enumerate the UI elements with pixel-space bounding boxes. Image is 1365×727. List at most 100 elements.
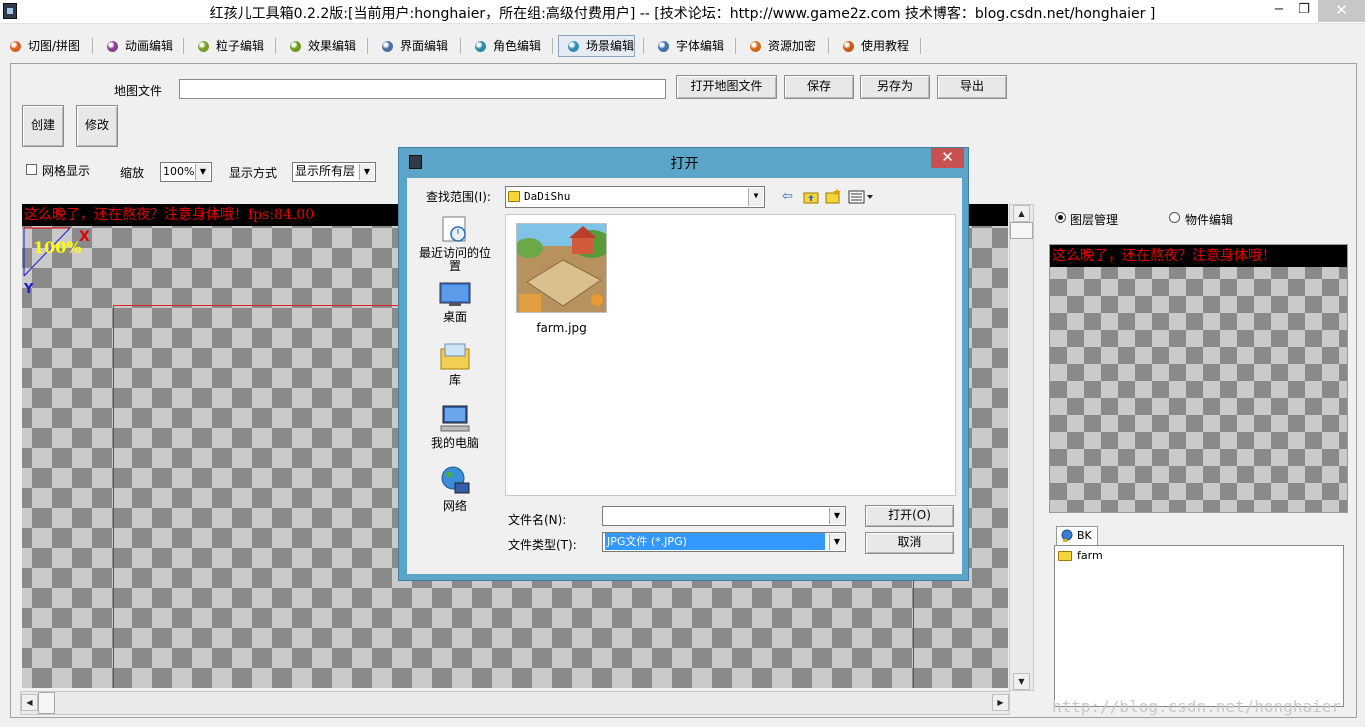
file-list[interactable]: farm.jpg (505, 214, 956, 496)
place-label: 桌面 (442, 310, 467, 324)
object-edit-radio[interactable] (1169, 212, 1180, 223)
place-label: 库 (448, 373, 461, 387)
tab-effect[interactable]: 效果编辑 (280, 35, 357, 57)
save-as-button[interactable]: 另存为 (860, 75, 930, 99)
scroll-right-button[interactable]: ▶ (992, 694, 1009, 711)
chevron-down-icon[interactable]: ▼ (359, 164, 374, 180)
place-libraries[interactable]: 库 (415, 341, 495, 387)
canvas-horizontal-scrollbar[interactable]: ◀ ▶ (20, 691, 1010, 715)
layer-management-radio[interactable] (1055, 212, 1066, 223)
network-globe-icon (441, 466, 470, 494)
file-name: farm.jpg (536, 321, 587, 335)
look-in-select[interactable]: DaDiShu ▼ (505, 186, 765, 208)
tab-scene[interactable]: 场景编辑 (558, 35, 636, 57)
tree-item[interactable]: farm (1057, 548, 1177, 564)
back-arrow-icon[interactable]: ⇦ (782, 190, 793, 204)
look-in-label: 查找范围(I): (426, 190, 491, 204)
encrypt-icon (750, 41, 761, 52)
chevron-down-icon[interactable]: ▼ (748, 188, 763, 206)
character-icon (475, 41, 486, 52)
tab-label: 角色编辑 (493, 39, 542, 53)
zoom-label: 缩放 (120, 166, 145, 180)
grid-checkbox[interactable] (26, 164, 37, 175)
chevron-down-icon[interactable]: ▼ (829, 508, 844, 524)
grid-label: 网格显示 (42, 164, 91, 178)
preview-status-message: 这么晚了，还在熬夜？注意身体哦！ (1050, 245, 1347, 267)
place-computer[interactable]: 我的电脑 (415, 404, 495, 450)
tab-label: 界面编辑 (400, 39, 449, 53)
folder-icon (1058, 551, 1072, 561)
tree-tab-bk[interactable]: BK (1056, 526, 1098, 546)
export-button[interactable]: 导出 (937, 75, 1007, 99)
scene-icon (568, 41, 579, 52)
tab-particle[interactable]: 粒子编辑 (188, 35, 265, 57)
save-button[interactable]: 保存 (784, 75, 854, 99)
new-folder-icon[interactable] (825, 188, 841, 204)
folder-icon (508, 191, 520, 202)
scroll-thumb[interactable] (38, 692, 55, 714)
scroll-thumb[interactable] (1010, 222, 1033, 239)
file-item[interactable]: farm.jpg (506, 215, 617, 345)
dialog-body: 查找范围(I): DaDiShu ▼ ⇦ 最近访问的位置 桌面 库 我的电脑 网… (407, 178, 962, 574)
tab-tutorial[interactable]: 使用教程 (833, 35, 910, 57)
scroll-down-button[interactable]: ▼ (1013, 673, 1030, 690)
place-label: 网络 (442, 499, 467, 513)
tab-label: 粒子编辑 (216, 39, 265, 53)
tree-tab-label: BK (1077, 529, 1092, 542)
scroll-left-button[interactable]: ◀ (21, 694, 38, 711)
tab-label: 使用教程 (861, 39, 910, 53)
open-map-file-button[interactable]: 打开地图文件 (676, 75, 777, 99)
place-desktop[interactable]: 桌面 (415, 282, 495, 324)
place-network[interactable]: 网络 (415, 465, 495, 513)
filetype-select[interactable]: JPG文件 (*.JPG) ▼ (602, 532, 846, 552)
recent-places-icon (442, 216, 466, 242)
particle-icon (198, 41, 209, 52)
scroll-up-button[interactable]: ▲ (1013, 205, 1030, 222)
tab-label: 效果编辑 (308, 39, 357, 53)
display-mode-select[interactable]: 显示所有层 ▼ (292, 162, 376, 182)
axis-x-label: X (79, 229, 90, 245)
filetype-label: 文件类型(T): (508, 538, 577, 552)
modify-button[interactable]: 修改 (76, 105, 118, 147)
place-recent[interactable]: 最近访问的位置 (415, 214, 495, 273)
dialog-open-button[interactable]: 打开(O) (865, 505, 954, 527)
up-folder-icon[interactable] (803, 190, 819, 204)
tab-font[interactable]: 字体编辑 (648, 35, 725, 57)
tab-label: 资源加密 (768, 39, 817, 53)
filetype-value: JPG文件 (*.JPG) (605, 533, 825, 550)
tab-label: 切图/拼图 (28, 39, 81, 53)
minimize-button[interactable]: − (1268, 0, 1290, 22)
close-button[interactable]: ✕ (1318, 0, 1365, 22)
tab-label: 动画编辑 (125, 39, 174, 53)
animation-icon (107, 41, 118, 52)
zoom-value: 100% (163, 165, 195, 178)
maximize-button[interactable]: ❐ (1292, 0, 1316, 22)
chevron-down-icon[interactable]: ▼ (829, 534, 844, 550)
farm-thumbnail-image (516, 223, 607, 313)
tutorial-icon (843, 41, 854, 52)
create-button[interactable]: 创建 (22, 105, 64, 147)
tab-cut-stitch[interactable]: 切图/拼图 (0, 35, 81, 57)
map-file-input[interactable] (179, 79, 666, 99)
chevron-down-icon[interactable]: ▼ (195, 164, 210, 180)
zoom-select[interactable]: 100% ▼ (160, 162, 212, 182)
filename-input[interactable]: ▼ (602, 506, 846, 526)
open-file-dialog: 打开 ✕ 查找范围(I): DaDiShu ▼ ⇦ 最近访问的位置 桌面 库 我… (398, 147, 969, 581)
dialog-close-button[interactable]: ✕ (931, 148, 964, 168)
tab-encrypt[interactable]: 资源加密 (740, 35, 817, 57)
object-edit-label: 物件编辑 (1185, 213, 1234, 227)
layer-tree[interactable]: farm (1054, 545, 1344, 707)
tab-character[interactable]: 角色编辑 (465, 35, 542, 57)
canvas-vertical-scrollbar[interactable]: ▲ ▼ (1009, 204, 1034, 691)
cut-stitch-icon (10, 41, 21, 52)
tab-ui[interactable]: 界面编辑 (372, 35, 449, 57)
map-file-label: 地图文件 (114, 84, 163, 98)
tab-animation[interactable]: 动画编辑 (97, 35, 174, 57)
view-menu-icon[interactable] (848, 190, 876, 204)
dialog-cancel-button[interactable]: 取消 (865, 532, 954, 554)
filename-label: 文件名(N): (508, 513, 567, 527)
tab-label: 字体编辑 (676, 39, 725, 53)
effect-icon (290, 41, 301, 52)
look-in-value: DaDiShu (524, 190, 571, 203)
libraries-icon (440, 343, 470, 370)
